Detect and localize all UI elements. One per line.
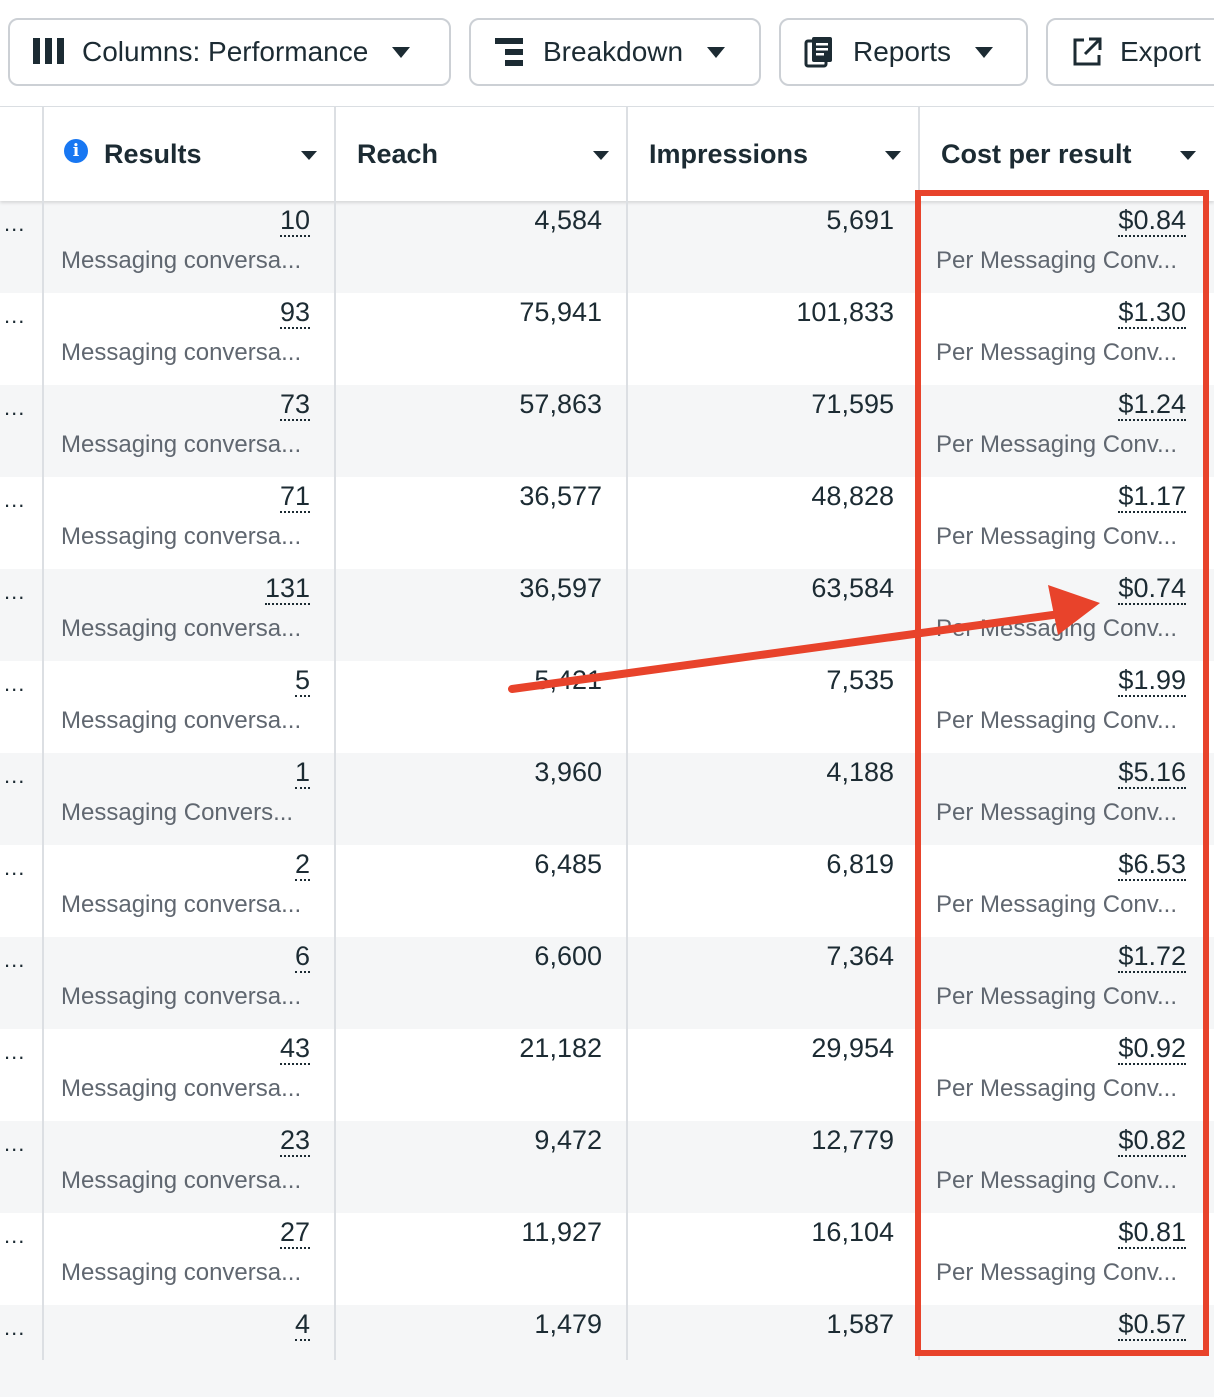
annotation-arrow — [508, 585, 1100, 693]
